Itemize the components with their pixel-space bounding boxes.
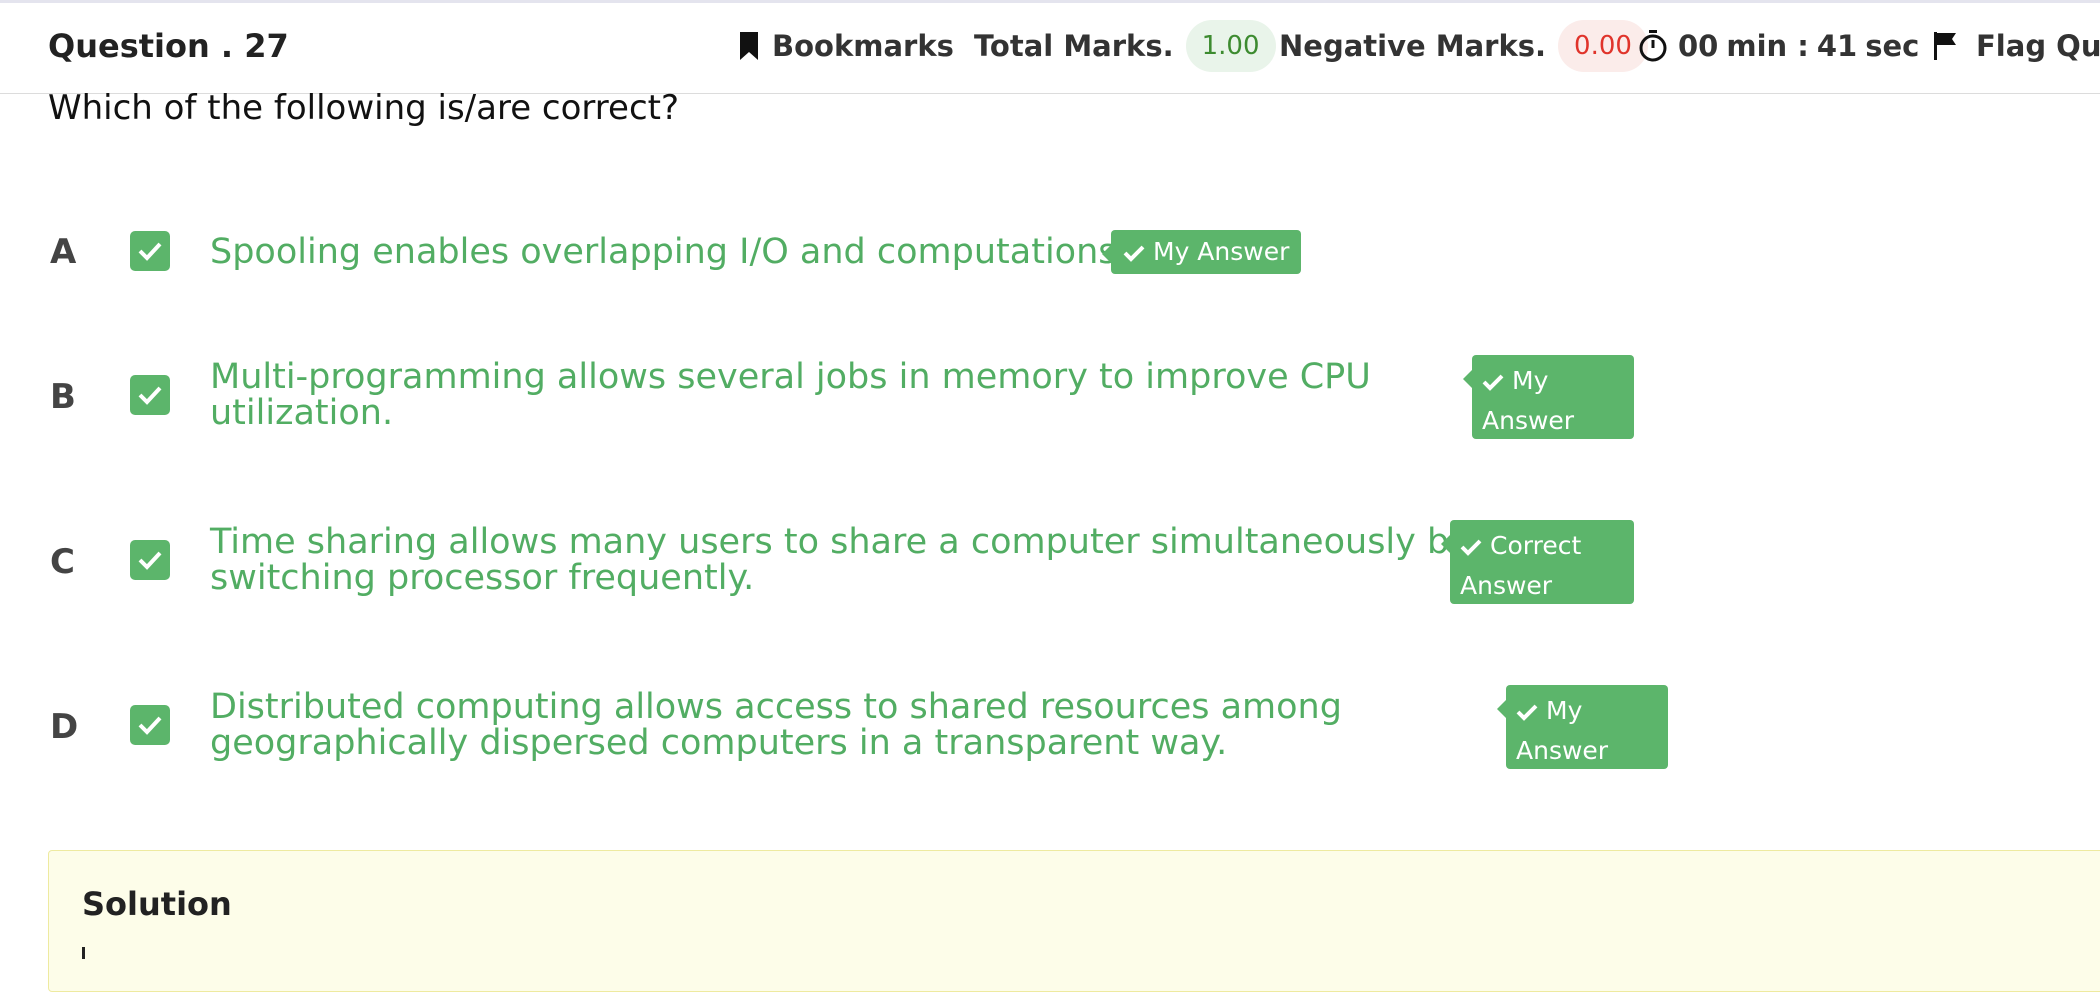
timer: 00 min : 41 sec <box>1638 29 1927 63</box>
option-letter: B <box>50 377 76 417</box>
total-marks: Total Marks. 1.00 <box>974 20 1276 72</box>
tag-label: My <box>1512 366 1549 395</box>
option-letter: D <box>50 707 79 747</box>
option-b[interactable]: B Multi-programming allows several jobs … <box>0 355 1700 445</box>
option-letter: A <box>50 232 77 272</box>
flag-question-button[interactable]: Flag Que <box>1934 29 2100 63</box>
check-icon <box>1516 693 1538 733</box>
check-icon <box>138 551 162 570</box>
solution-panel: Solution <box>48 850 2100 992</box>
total-marks-label: Total Marks. <box>974 29 1174 63</box>
option-checkbox[interactable] <box>130 231 170 271</box>
option-text-line: Spooling enables overlapping I/O and com… <box>210 232 1128 272</box>
tag-label: Answer <box>1460 571 1553 600</box>
tag-label: My Answer <box>1153 237 1290 266</box>
tag-label: My <box>1546 696 1583 725</box>
option-text: Distributed computing allows access to s… <box>210 689 1342 761</box>
tag-label: Answer <box>1482 406 1575 435</box>
question-text: Which of the following is/are correct? <box>48 88 680 128</box>
check-icon <box>1482 363 1504 403</box>
check-icon <box>138 716 162 735</box>
bookmark-icon <box>740 32 758 60</box>
timer-seconds: 41 <box>1816 29 1858 63</box>
timer-min-unit: min : <box>1726 29 1809 63</box>
stopwatch-icon <box>1638 30 1668 62</box>
solution-title: Solution <box>82 885 232 923</box>
my-answer-tag: My Answer <box>1101 230 1302 274</box>
question-header: Question . 27 Bookmarks Total Marks. 1.0… <box>0 3 2100 94</box>
option-text-line: utilization. <box>210 393 394 433</box>
bookmarks-label: Bookmarks <box>772 29 954 63</box>
tag-label: Answer <box>1516 736 1609 765</box>
negative-marks: Negative Marks. 0.00 <box>1279 20 1648 72</box>
option-text-line: Multi-programming allows several jobs in… <box>210 357 1371 397</box>
option-text-line: Time sharing allows many users to share … <box>210 522 1470 562</box>
timer-sec-unit: sec <box>1865 29 1920 63</box>
option-c[interactable]: C Time sharing allows many users to shar… <box>0 520 1700 610</box>
question-number: Question . 27 <box>48 27 289 65</box>
my-answer-tag: My Answer <box>1497 685 1668 769</box>
timer-minutes: 00 <box>1678 29 1719 63</box>
flag-question-label: Flag Que <box>1976 29 2100 63</box>
option-d[interactable]: D Distributed computing allows access to… <box>0 685 1700 775</box>
my-answer-tag: My Answer <box>1463 355 1634 439</box>
negative-marks-badge: 0.00 <box>1558 20 1648 72</box>
option-a[interactable]: A Spooling enables overlapping I/O and c… <box>0 228 1700 288</box>
text-cursor <box>82 947 85 959</box>
option-text: Time sharing allows many users to share … <box>210 524 1470 596</box>
check-icon <box>1123 238 1145 270</box>
check-icon <box>138 242 162 261</box>
total-marks-badge: 1.00 <box>1185 20 1276 72</box>
negative-marks-label: Negative Marks. <box>1279 29 1547 63</box>
correct-answer-tag: Correct Answer <box>1441 520 1634 604</box>
option-text: Spooling enables overlapping I/O and com… <box>210 234 1128 270</box>
option-text-line: geographically dispersed computers in a … <box>210 723 1228 763</box>
flag-icon <box>1934 32 1958 60</box>
option-letter: C <box>50 542 75 582</box>
option-text-line: Distributed computing allows access to s… <box>210 687 1342 727</box>
option-text: Multi-programming allows several jobs in… <box>210 359 1371 431</box>
bookmarks-button[interactable]: Bookmarks <box>740 29 954 63</box>
tag-label: Correct <box>1490 531 1582 560</box>
option-text-line: switching processor frequently. <box>210 558 755 598</box>
check-icon <box>1460 528 1482 568</box>
check-icon <box>138 386 162 405</box>
option-checkbox[interactable] <box>130 375 170 415</box>
option-checkbox[interactable] <box>130 540 170 580</box>
option-checkbox[interactable] <box>130 705 170 745</box>
